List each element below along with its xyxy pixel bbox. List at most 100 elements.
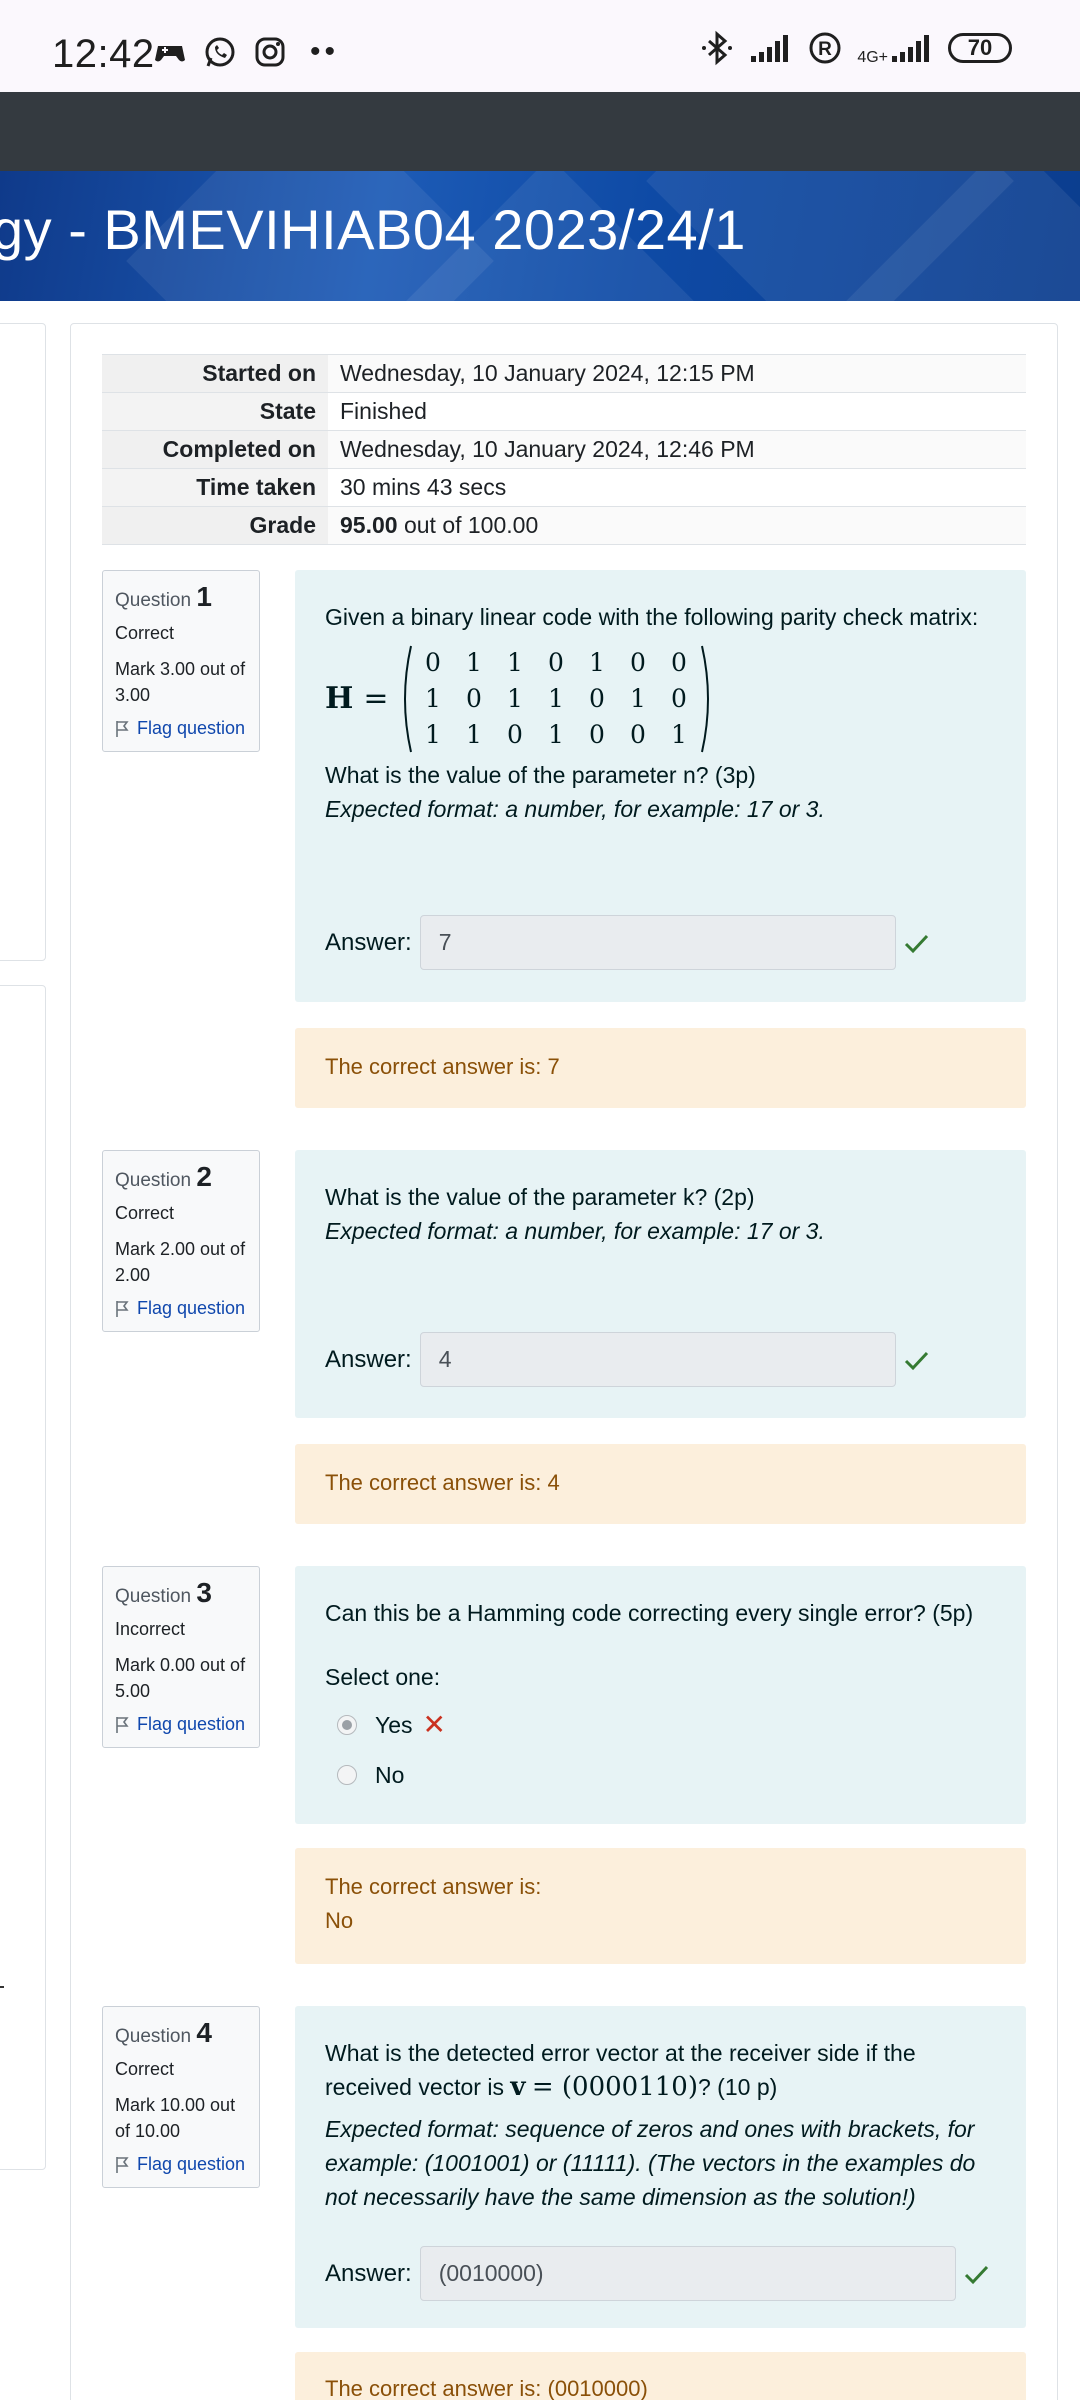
question-text-b: ? (10 p) (698, 2074, 778, 2100)
table-row: Grade 95.00 out of 100.00 (102, 506, 1026, 545)
matrix-cell: 0 (548, 648, 564, 677)
question-formulation: Can this be a Hamming code correcting ev… (295, 1566, 1026, 1824)
matrix-cell: 0 (671, 684, 687, 713)
flag-question-label: Flag question (137, 718, 246, 738)
side-block (0, 985, 46, 2170)
matrix-cell: 1 (630, 684, 646, 713)
answer-row: Answer: 4 (325, 1332, 930, 1387)
question-prefix: Question (115, 1586, 192, 1607)
right-paren (700, 645, 709, 753)
matrix-cell: 1 (589, 648, 605, 677)
question-number: 1 (196, 581, 212, 612)
matrix-cell: 1 (671, 720, 687, 749)
question-mark: Mark 2.00 out of 2.00 (115, 1239, 246, 1285)
network-type-label: 4G+ (857, 49, 888, 66)
flag-question-link[interactable]: Flag question (115, 1714, 247, 1735)
question-number: 4 (196, 2017, 212, 2048)
grade-suffix: out of 100.00 (403, 512, 539, 538)
question-info: Question 2 Correct Mark 2.00 out of 2.00… (102, 1150, 260, 1332)
radio-selected[interactable] (337, 1715, 357, 1735)
course-title: gy - BMEVIHIAB04 2023/24/1 (0, 198, 746, 261)
correct-check-icon (964, 2265, 988, 2284)
question-info: Question 1 Correct Mark 3.00 out of 3.00… (102, 570, 260, 752)
summary-label: Time taken (102, 468, 328, 507)
summary-value: 30 mins 43 secs (328, 468, 1026, 507)
answer-input[interactable]: (0010000) (419, 2246, 956, 2301)
attempt-summary-table: Started on Wednesday, 10 January 2024, 1… (102, 354, 1026, 545)
question-prompt: What is the value of the parameter k? (2… (325, 1184, 755, 1210)
flag-question-link[interactable]: Flag question (115, 1298, 247, 1319)
summary-label: State (102, 392, 328, 431)
summary-value: Finished (328, 392, 1026, 431)
question-formulation: What is the detected error vector at the… (295, 2006, 1026, 2328)
matrix-cell: 0 (630, 720, 646, 749)
top-navbar (0, 92, 1080, 171)
question-mark: Mark 3.00 out of 3.00 (115, 659, 246, 705)
system-icons: R 4G+ 70 (699, 30, 1012, 66)
matrix-cell: 1 (507, 648, 523, 677)
matrix-equals: = (363, 681, 389, 716)
table-row: State Finished (102, 392, 1026, 431)
correct-answer-text: The correct answer is: 7 (325, 1054, 560, 1079)
whatsapp-icon (205, 37, 235, 67)
question-state: Correct (115, 1203, 175, 1223)
matrix-cell: 0 (589, 720, 605, 749)
question-prompt: What is the value of the parameter n? (3… (325, 762, 756, 788)
answer-input[interactable]: 4 (419, 1332, 896, 1387)
question-prompt: What is the detected error vector at the… (325, 2036, 996, 2104)
matrix-cell: 0 (466, 684, 482, 713)
matrix-cell: 0 (507, 720, 523, 749)
correct-answer-text: The correct answer is: (325, 1874, 542, 1899)
select-label: Select one: (325, 1664, 441, 1690)
option-no[interactable]: No (325, 1750, 996, 1800)
status-time: 12:42 (52, 32, 155, 76)
question-text: Given a binary linear code with the foll… (325, 604, 979, 630)
radio-unselected[interactable] (337, 1765, 357, 1785)
feedback-box: The correct answer is: No (295, 1848, 1026, 1964)
matrix-cell: 1 (425, 684, 441, 713)
correct-check-icon (904, 934, 928, 953)
matrix-cell: 1 (548, 720, 564, 749)
question-mark: Mark 0.00 out of 5.00 (115, 1655, 246, 1701)
option-yes[interactable]: Yes ✕ (325, 1700, 996, 1750)
vector-value: = (0000110) (531, 2072, 698, 2102)
answer-row: Answer: 7 (325, 915, 930, 970)
summary-label: Completed on (102, 430, 328, 469)
summary-value: 95.00 out of 100.00 (328, 506, 1026, 545)
question-formulation: What is the value of the parameter k? (2… (295, 1150, 1026, 1418)
question-prefix: Question (115, 1170, 192, 1191)
grade-value: 95.00 (340, 512, 398, 538)
battery-indicator: 70 (948, 33, 1012, 63)
matrix-cell: 0 (425, 648, 441, 677)
flag-question-link[interactable]: Flag question (115, 2154, 247, 2175)
incorrect-x-icon: ✕ (422, 1709, 446, 1740)
matrix-cell: 1 (466, 720, 482, 749)
matrix-cell: 1 (548, 684, 564, 713)
flag-question-link[interactable]: Flag question (115, 718, 247, 739)
flag-icon (116, 2156, 129, 2173)
question-prompt: Can this be a Hamming code correcting ev… (325, 1600, 974, 1626)
table-row: Started on Wednesday, 10 January 2024, 1… (102, 354, 1026, 393)
answer-row: Answer: (0010000) (325, 2246, 990, 2301)
bluetooth-icon (702, 30, 733, 66)
correct-answer-text: The correct answer is: (0010000) (325, 2376, 648, 2400)
answer-input[interactable]: 7 (419, 915, 896, 970)
matrix-cell: 0 (589, 684, 605, 713)
matrix-cell: 1 (507, 684, 523, 713)
question-number: 3 (196, 1577, 212, 1608)
matrix-cell: 1 (466, 648, 482, 677)
signal-icon (751, 35, 789, 62)
feedback-box: The correct answer is: (0010000) (295, 2352, 1026, 2400)
question-number: 2 (196, 1161, 212, 1192)
table-row: Completed on Wednesday, 10 January 2024,… (102, 430, 1026, 469)
divider (0, 1986, 4, 1988)
expected-format: Expected format: a number, for example: … (325, 1218, 825, 1244)
more-notifications-icon: •• (310, 35, 340, 68)
signal-4g-icon (892, 35, 929, 62)
answer-label: Answer: (325, 2259, 412, 2287)
matrix-cell: 0 (671, 648, 687, 677)
answer-label: Answer: (325, 928, 412, 956)
flag-icon (116, 720, 129, 737)
instagram-icon (255, 37, 285, 67)
matrix-label: H (325, 681, 354, 716)
